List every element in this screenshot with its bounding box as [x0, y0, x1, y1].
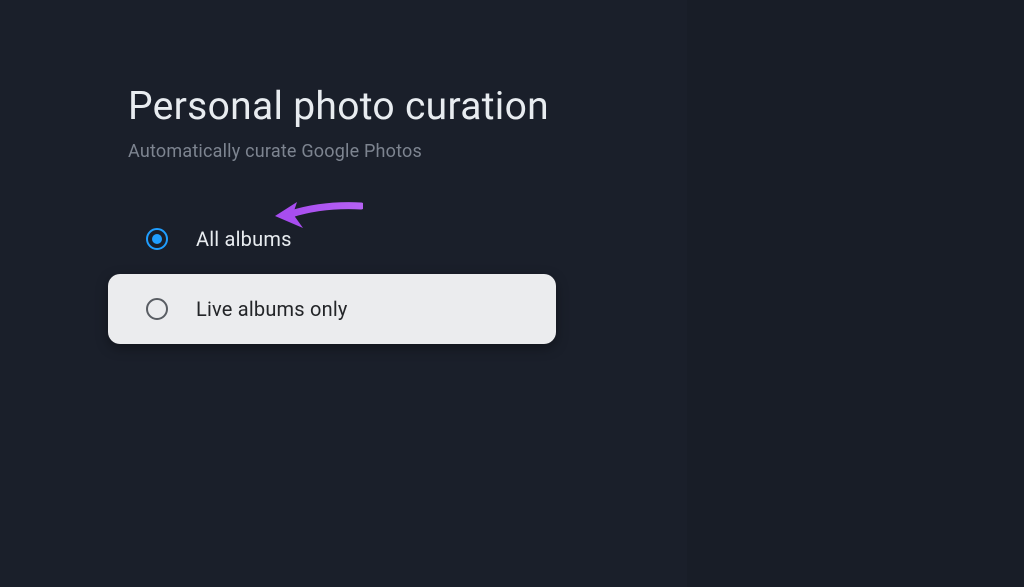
radio-group: All albums Live albums only [108, 204, 556, 344]
page-subtitle: Automatically curate Google Photos [128, 141, 558, 162]
radio-unselected-icon [146, 298, 168, 320]
annotation-arrow-icon [273, 192, 363, 234]
radio-dot-icon [152, 234, 162, 244]
page-title: Personal photo curation [128, 82, 558, 131]
option-live-albums-only[interactable]: Live albums only [108, 274, 556, 344]
side-panel [687, 0, 1024, 587]
settings-content: Personal photo curation Automatically cu… [128, 82, 558, 344]
option-label: Live albums only [196, 297, 348, 321]
radio-selected-icon [146, 228, 168, 250]
option-all-albums[interactable]: All albums [108, 204, 556, 274]
